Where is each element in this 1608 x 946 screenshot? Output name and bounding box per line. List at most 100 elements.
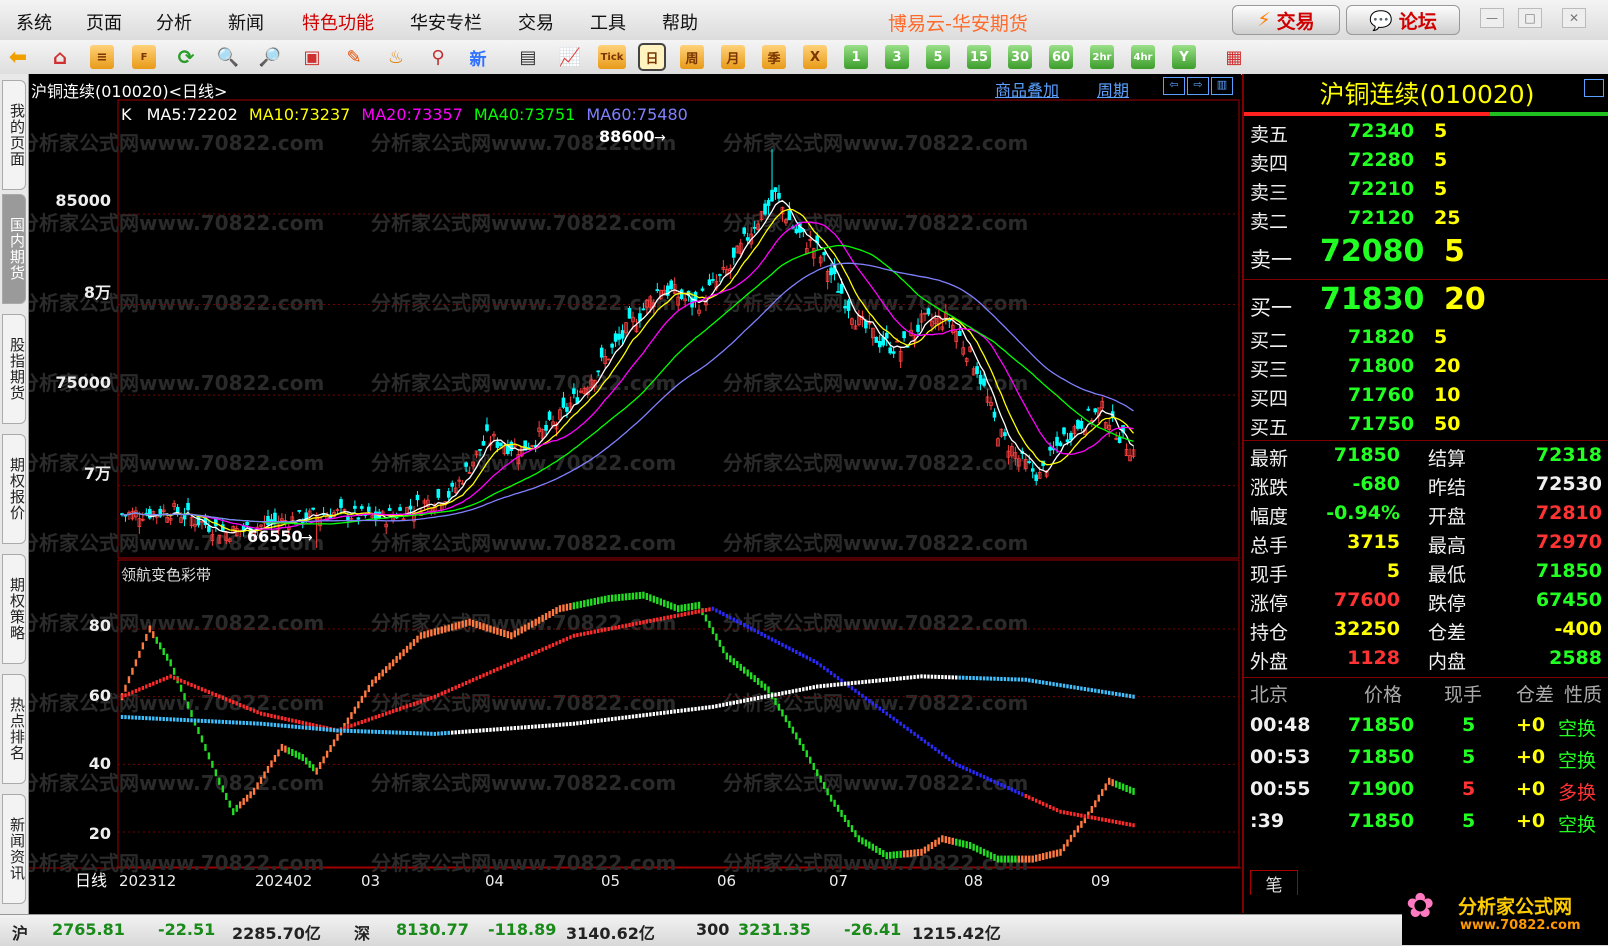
mid-band-mark — [200, 687, 204, 692]
filter-icon[interactable]: ⚲ — [426, 45, 450, 69]
candle-body — [1048, 446, 1052, 451]
scroll-right-icon[interactable]: ⇨ — [1187, 77, 1209, 95]
period-30m-button[interactable]: 30 — [1008, 45, 1032, 69]
mid-band-mark — [430, 695, 433, 700]
layout-icon[interactable]: ▥ — [1211, 77, 1233, 95]
period-year-button[interactable]: Y — [1172, 45, 1196, 69]
mid-band-mark — [127, 691, 131, 696]
period-4hr-button[interactable]: 4hr — [1131, 45, 1155, 69]
chart-icon[interactable]: 📈 — [558, 45, 582, 69]
fast-band-mark — [360, 695, 364, 703]
tick-chart-button[interactable]: Tick — [598, 45, 626, 69]
home-icon[interactable]: ⌂ — [48, 45, 72, 69]
tab-news[interactable]: 新闻资讯 — [2, 794, 26, 904]
tab-index-futures[interactable]: 股指期货 — [2, 314, 26, 424]
fast-band-mark — [232, 808, 235, 816]
trade-button[interactable]: ⚡ 交易 — [1232, 5, 1340, 35]
slow-band-mark — [885, 677, 888, 682]
mid-band-mark — [774, 639, 777, 644]
zoom-in-icon[interactable]: 🔍 — [216, 45, 240, 69]
grid-icon[interactable]: ▦ — [1222, 45, 1246, 69]
fast-band-mark — [371, 679, 374, 687]
pencil-icon[interactable]: ✎ — [342, 45, 366, 69]
menu-special[interactable]: 特色功能 — [302, 9, 374, 35]
fast-band-mark — [468, 618, 471, 626]
bell-icon[interactable]: ♨ — [384, 45, 408, 69]
period-week-button[interactable]: 周 — [680, 45, 704, 69]
period-60m-button[interactable]: 60 — [1049, 45, 1073, 69]
f10-icon[interactable]: F — [132, 45, 156, 69]
maximize-icon[interactable]: □ — [1518, 8, 1542, 28]
menu-huaan-column[interactable]: 华安专栏 — [410, 9, 482, 35]
slow-band-mark — [475, 728, 478, 733]
slow-band-mark — [492, 727, 496, 732]
fast-band-mark — [1073, 830, 1076, 838]
tab-option-quotes[interactable]: 期权报价 — [2, 434, 26, 544]
mid-band-mark — [663, 616, 666, 621]
mid-band-mark — [955, 762, 958, 767]
menu-help[interactable]: 帮助 — [662, 9, 698, 35]
watermark-text: 分析家公式网www.70822.com — [723, 451, 1028, 475]
fast-band-mark — [739, 663, 742, 671]
tick-header-label: 现手 — [1444, 684, 1483, 706]
menu-system[interactable]: 系统 — [16, 9, 52, 35]
tab-domestic-futures[interactable]: 国内期货 — [2, 194, 26, 304]
menu-news[interactable]: 新闻 — [228, 9, 264, 35]
fast-band-mark — [506, 631, 510, 639]
tab-ticks[interactable]: 笔 — [1250, 870, 1298, 896]
slow-band-mark — [336, 728, 339, 733]
period-3m-button[interactable]: 3 — [885, 45, 909, 69]
mid-band-mark — [885, 711, 888, 716]
table-icon[interactable]: ▤ — [516, 45, 540, 69]
slow-band-mark — [850, 681, 854, 686]
period-1m-button[interactable]: 1 — [844, 45, 868, 69]
period-2hr-button[interactable]: 2hr — [1090, 45, 1114, 69]
kline-chart[interactable]: 分析家公式网www.70822.com 分析家公式网www.70822.com 分析… — [29, 98, 1241, 913]
mid-band-mark — [840, 678, 843, 683]
refresh-icon[interactable]: ⟳ — [174, 45, 198, 69]
mid-band-mark — [899, 721, 902, 726]
menu-analysis[interactable]: 分析 — [156, 9, 192, 35]
new-icon[interactable]: 新 — [466, 45, 490, 70]
slow-band-mark — [124, 715, 127, 720]
mid-band-mark — [638, 620, 642, 625]
menu-tools[interactable]: 工具 — [590, 9, 626, 35]
minimize-icon[interactable]: — — [1480, 8, 1504, 28]
watermark-text: 分析家公式网www.70822.com — [723, 531, 1028, 555]
sell-level-price: 72340 — [1348, 120, 1415, 142]
slow-band-mark — [353, 729, 357, 734]
mid-band-mark — [909, 729, 913, 734]
period-15m-button[interactable]: 15 — [967, 45, 991, 69]
period-month-button[interactable]: 月 — [721, 45, 745, 69]
slow-band-mark — [322, 727, 325, 732]
site-logo: ✿ 分析家公式网 www.70822.com — [1402, 880, 1608, 945]
scroll-left-icon[interactable]: ⇦ — [1163, 77, 1185, 95]
close-icon[interactable]: ✕ — [1562, 8, 1586, 28]
window-icon[interactable]: ▣ — [300, 45, 324, 69]
slow-band-mark — [1003, 677, 1007, 682]
mid-band-mark — [826, 668, 829, 673]
period-5m-button[interactable]: 5 — [926, 45, 950, 69]
period-quarter-button[interactable]: 季 — [762, 45, 786, 69]
tab-option-strategy[interactable]: 期权策略 — [2, 554, 26, 664]
stat-label: 现手 — [1250, 564, 1289, 586]
candle-body — [978, 374, 983, 385]
fast-band-mark — [732, 658, 735, 666]
list-icon[interactable]: ≡ — [90, 45, 114, 69]
mid-band-mark — [423, 698, 426, 703]
chart-area[interactable]: 沪铜连续(010020)<日线> 商品叠加 周期 ⇦ ⇨ ▥ 分析家公式网www… — [29, 74, 1241, 913]
period-x-button[interactable]: X — [803, 45, 827, 69]
tab-my-page[interactable]: 我的页面 — [2, 80, 26, 190]
fast-band-mark — [850, 825, 854, 833]
menu-page[interactable]: 页面 — [86, 9, 122, 35]
back-arrow-icon[interactable]: ⬅ — [6, 45, 30, 70]
candle-body — [773, 187, 778, 193]
tab-hot-ranking[interactable]: 热点排名 — [2, 674, 26, 784]
zoom-out-icon[interactable]: 🔎 — [258, 45, 282, 69]
period-day-button[interactable]: 日 — [638, 43, 666, 71]
slow-band-mark — [864, 679, 868, 684]
menu-trade[interactable]: 交易 — [518, 9, 554, 35]
panel-toggle-icon[interactable] — [1584, 79, 1604, 97]
sh-index-value: 2765.81 — [52, 920, 125, 939]
forum-button[interactable]: 💬 论坛 — [1346, 5, 1460, 35]
